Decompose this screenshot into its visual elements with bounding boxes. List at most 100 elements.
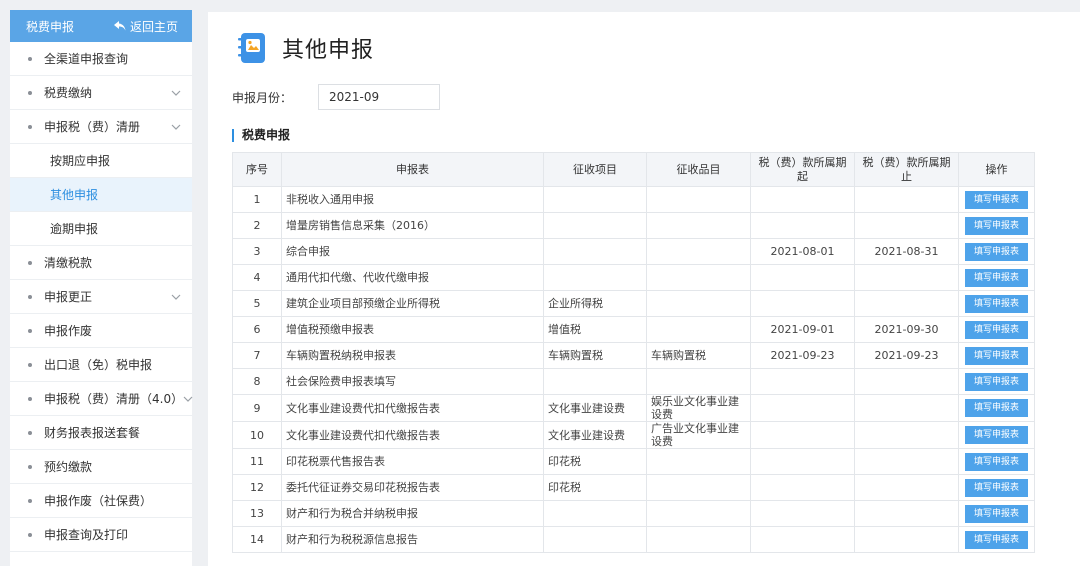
fill-declaration-button[interactable]: 填写申报表 bbox=[965, 216, 1028, 235]
sidebar-item-label: 税费缴纳 bbox=[44, 86, 93, 100]
fill-declaration-button[interactable]: 填写申报表 bbox=[965, 242, 1028, 261]
bullet-icon bbox=[28, 498, 32, 503]
fill-declaration-button[interactable]: 填写申报表 bbox=[965, 320, 1028, 339]
fill-declaration-button[interactable]: 填写申报表 bbox=[965, 399, 1028, 417]
sidebar-item[interactable]: 申报税（费）清册 bbox=[10, 110, 192, 144]
chevron-down-icon[interactable] bbox=[170, 291, 182, 303]
sidebar-subitem[interactable]: 按期应申报 bbox=[10, 144, 192, 178]
sidebar-item[interactable]: 税费缴纳 bbox=[10, 76, 192, 110]
sidebar-item[interactable]: 清缴税款 bbox=[10, 246, 192, 280]
fill-declaration-button[interactable]: 填写申报表 bbox=[965, 346, 1028, 365]
row-seq: 12 bbox=[232, 474, 282, 501]
row-seq: 6 bbox=[232, 316, 282, 343]
fill-declaration-button[interactable]: 填写申报表 bbox=[965, 530, 1028, 549]
row-tax-item bbox=[543, 186, 647, 213]
row-seq: 13 bbox=[232, 500, 282, 527]
row-seq: 9 bbox=[232, 394, 282, 422]
declaration-table: 序号 申报表 征收项目 征收品目 税（费）款所属期起 税（费）款所属期止 操作 … bbox=[232, 152, 1035, 553]
row-seq: 1 bbox=[232, 186, 282, 213]
sidebar-item-label: 清缴税款 bbox=[44, 256, 93, 270]
row-seq: 10 bbox=[232, 421, 282, 449]
bullet-icon bbox=[28, 396, 32, 401]
sidebar-subitem[interactable]: 其他申报 bbox=[10, 178, 192, 212]
row-period-start bbox=[750, 264, 855, 291]
sidebar-item-label: 财务报表报送套餐 bbox=[44, 426, 141, 440]
chevron-down-icon[interactable] bbox=[183, 393, 193, 405]
row-tax-item bbox=[543, 368, 647, 395]
sidebar-item[interactable]: 出口退（免）税申报 bbox=[10, 348, 192, 382]
sidebar-item-label: 预约缴款 bbox=[44, 460, 93, 474]
sidebar-item[interactable]: 财务报表报送套餐 bbox=[10, 416, 192, 450]
bullet-icon bbox=[28, 430, 32, 435]
row-period-start bbox=[750, 290, 855, 317]
back-home-link[interactable]: 返回主页 bbox=[113, 18, 178, 35]
row-tax-item: 文化事业建设费 bbox=[543, 394, 647, 422]
row-period-end bbox=[854, 526, 959, 553]
row-tax-category: 车辆购置税 bbox=[646, 342, 751, 369]
row-action-cell: 填写申报表 bbox=[958, 264, 1035, 291]
row-tax-category bbox=[646, 474, 751, 501]
sidebar-item-label: 其他申报 bbox=[50, 188, 99, 202]
sidebar-subitem[interactable]: 逾期申报 bbox=[10, 212, 192, 246]
month-input[interactable] bbox=[318, 84, 441, 110]
sidebar-item[interactable]: 申报作废（社保费） bbox=[10, 484, 192, 518]
fill-declaration-button[interactable]: 填写申报表 bbox=[965, 478, 1028, 497]
table-row: 14 财产和行为税税源信息报告 填写申报表 bbox=[232, 526, 1035, 553]
row-period-start bbox=[750, 500, 855, 527]
sidebar-item[interactable]: 预约缴款 bbox=[10, 450, 192, 484]
row-form-name: 通用代扣代缴、代收代缴申报 bbox=[281, 264, 544, 291]
back-arrow-icon bbox=[113, 21, 126, 31]
row-period-end bbox=[854, 474, 959, 501]
fill-declaration-button[interactable]: 填写申报表 bbox=[965, 504, 1028, 523]
row-action-cell: 填写申报表 bbox=[958, 368, 1035, 395]
row-tax-category: 娱乐业文化事业建设费 bbox=[646, 394, 751, 422]
row-period-start bbox=[750, 526, 855, 553]
row-period-end: 2021-09-23 bbox=[854, 342, 959, 369]
sidebar-item[interactable]: 全渠道申报查询 bbox=[10, 42, 192, 76]
sidebar-item[interactable]: 申报查询及打印 bbox=[10, 518, 192, 552]
row-tax-category bbox=[646, 186, 751, 213]
table-row: 13 财产和行为税合并纳税申报 填写申报表 bbox=[232, 500, 1035, 527]
fill-declaration-button[interactable]: 填写申报表 bbox=[965, 452, 1028, 471]
sidebar-item[interactable]: 申报更正 bbox=[10, 280, 192, 314]
row-form-name: 增量房销售信息采集（2016） bbox=[281, 212, 544, 239]
sidebar-item[interactable]: 申报作废 bbox=[10, 314, 192, 348]
page-header: 其他申报 bbox=[234, 30, 374, 66]
fill-declaration-button[interactable]: 填写申报表 bbox=[965, 426, 1028, 444]
chevron-down-icon[interactable] bbox=[170, 121, 182, 133]
row-action-cell: 填写申报表 bbox=[958, 448, 1035, 475]
fill-declaration-button[interactable]: 填写申报表 bbox=[965, 372, 1028, 391]
bullet-icon bbox=[28, 90, 32, 95]
row-period-start bbox=[750, 474, 855, 501]
row-tax-category bbox=[646, 526, 751, 553]
sidebar-item-label: 申报查询及打印 bbox=[44, 528, 129, 542]
header-item: 征收项目 bbox=[543, 152, 647, 187]
sidebar-item-label: 全渠道申报查询 bbox=[44, 52, 129, 66]
sidebar-item[interactable]: 申报税（费）清册（4.0） bbox=[10, 382, 193, 416]
bullet-icon bbox=[28, 56, 32, 61]
row-tax-item: 车辆购置税 bbox=[543, 342, 647, 369]
chevron-down-icon[interactable] bbox=[170, 87, 182, 99]
row-period-end bbox=[854, 186, 959, 213]
bullet-icon bbox=[28, 260, 32, 265]
back-home-label: 返回主页 bbox=[129, 19, 178, 34]
row-tax-category bbox=[646, 316, 751, 343]
sidebar-menu: 全渠道申报查询 税费缴纳申报税（费）清册按期应申报其他申报逾期申报清缴税款申报更正… bbox=[10, 42, 193, 552]
row-seq: 5 bbox=[232, 290, 282, 317]
table-row: 1 非税收入通用申报 填写申报表 bbox=[232, 186, 1035, 213]
row-form-name: 委托代征证券交易印花税报告表 bbox=[281, 474, 544, 501]
row-tax-category bbox=[646, 290, 751, 317]
fill-declaration-button[interactable]: 填写申报表 bbox=[965, 294, 1028, 313]
sidebar: 税费申报 返回主页 全渠道申报查询 税费缴纳 申报税（费）清册 按期应申报 其他申报 逾期… bbox=[10, 10, 193, 566]
month-filter: 申报月份： bbox=[232, 84, 441, 110]
row-period-end bbox=[854, 368, 959, 395]
row-seq: 4 bbox=[232, 264, 282, 291]
row-tax-item bbox=[543, 264, 647, 291]
fill-declaration-button[interactable]: 填写申报表 bbox=[965, 268, 1028, 287]
sidebar-item-label: 申报税（费）清册 bbox=[44, 120, 141, 134]
row-period-end bbox=[854, 421, 959, 449]
row-period-start: 2021-09-01 bbox=[750, 316, 855, 343]
row-action-cell: 填写申报表 bbox=[958, 290, 1035, 317]
fill-declaration-button[interactable]: 填写申报表 bbox=[965, 190, 1028, 209]
row-seq: 14 bbox=[232, 526, 282, 553]
